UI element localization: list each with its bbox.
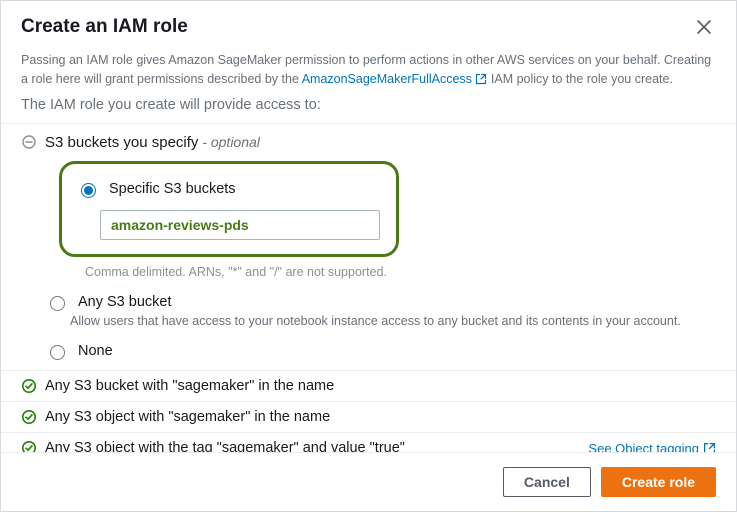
external-link-icon bbox=[703, 442, 716, 453]
cancel-button[interactable]: Cancel bbox=[503, 467, 591, 497]
object-tagging-link[interactable]: See Object tagging bbox=[588, 441, 716, 453]
radio-specific-label: Specific S3 buckets bbox=[109, 181, 236, 197]
permission-row: Any S3 object with "sagemaker" in the na… bbox=[1, 401, 736, 432]
modal-footer: Cancel Create role bbox=[1, 452, 736, 511]
radio-none[interactable] bbox=[50, 345, 65, 360]
radio-row-none: None bbox=[45, 342, 716, 360]
specific-s3-hint: Comma delimited. ARNs, "*" and "/" are n… bbox=[85, 265, 716, 279]
s3-section-title-optional: - optional bbox=[198, 134, 259, 150]
radio-specific-s3-buckets[interactable] bbox=[81, 183, 96, 198]
access-intro: The IAM role you create will provide acc… bbox=[21, 97, 716, 113]
s3-options: Specific S3 buckets Comma delimited. ARN… bbox=[21, 161, 716, 361]
link-text: See Object tagging bbox=[588, 441, 699, 453]
permissions-list: Any S3 bucket with "sagemaker" in the na… bbox=[1, 370, 736, 452]
s3-section-title-main: S3 buckets you specify bbox=[45, 134, 198, 151]
create-iam-role-modal: Create an IAM role Passing an IAM role g… bbox=[0, 0, 737, 512]
modal-header: Create an IAM role bbox=[1, 1, 736, 49]
external-link-icon bbox=[475, 73, 487, 85]
create-role-button[interactable]: Create role bbox=[601, 467, 716, 497]
intro-paragraph: Passing an IAM role gives Amazon SageMak… bbox=[21, 51, 716, 89]
permission-text: Any S3 object with the tag "sagemaker" a… bbox=[45, 440, 405, 452]
radio-any-desc: Allow users that have access to your not… bbox=[70, 313, 716, 331]
collapse-minus-icon bbox=[21, 134, 37, 150]
divider bbox=[1, 123, 736, 124]
close-button[interactable] bbox=[692, 15, 716, 39]
modal-body: Passing an IAM role gives Amazon SageMak… bbox=[1, 49, 736, 452]
radio-row-specific: Specific S3 buckets bbox=[76, 180, 382, 198]
permission-row: Any S3 object with the tag "sagemaker" a… bbox=[1, 432, 736, 452]
policy-link[interactable]: AmazonSageMakerFullAccess bbox=[302, 72, 488, 86]
close-icon bbox=[696, 19, 712, 35]
section-collapse-toggle[interactable] bbox=[21, 134, 37, 150]
check-circle-icon bbox=[21, 440, 37, 452]
permission-row: Any S3 bucket with "sagemaker" in the na… bbox=[1, 370, 736, 401]
modal-title: Create an IAM role bbox=[21, 16, 188, 38]
check-circle-icon bbox=[21, 378, 37, 394]
radio-row-any: Any S3 bucket bbox=[45, 293, 716, 311]
specific-s3-bucket-input[interactable] bbox=[100, 210, 380, 240]
s3-section-header: S3 buckets you specify - optional bbox=[21, 134, 716, 151]
permission-text: Any S3 object with "sagemaker" in the na… bbox=[45, 409, 330, 425]
specific-buckets-highlight: Specific S3 buckets bbox=[59, 161, 399, 257]
radio-any-s3-bucket[interactable] bbox=[50, 296, 65, 311]
radio-none-label: None bbox=[78, 343, 113, 359]
policy-link-text: AmazonSageMakerFullAccess bbox=[302, 72, 472, 86]
check-circle-icon bbox=[21, 409, 37, 425]
intro-suffix: IAM policy to the role you create. bbox=[491, 72, 673, 86]
s3-section-title: S3 buckets you specify - optional bbox=[45, 134, 260, 151]
radio-any-label: Any S3 bucket bbox=[78, 294, 172, 310]
permission-text: Any S3 bucket with "sagemaker" in the na… bbox=[45, 378, 334, 394]
